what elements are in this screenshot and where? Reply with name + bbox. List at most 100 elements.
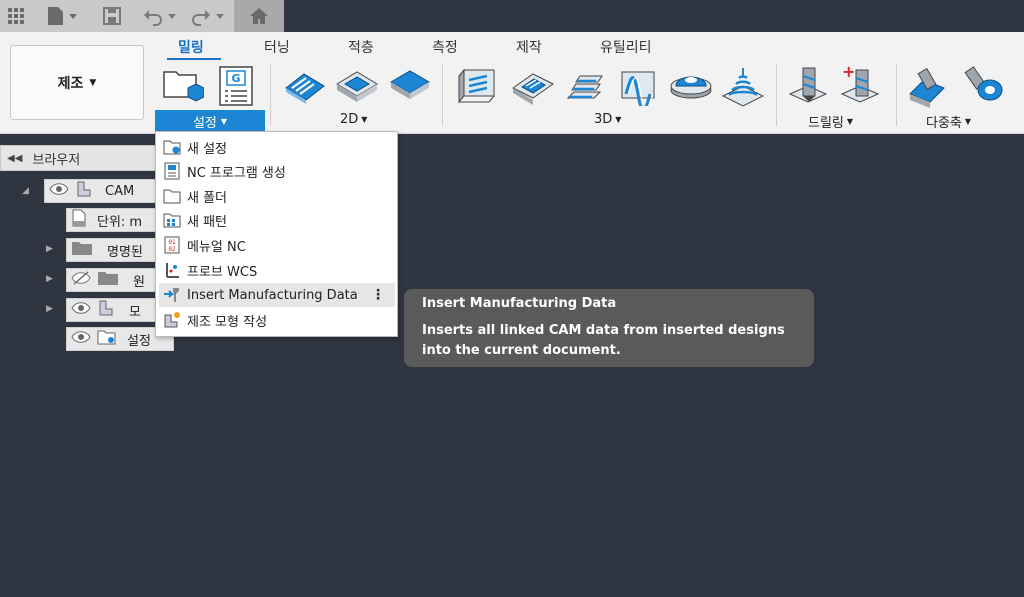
menu-item-new-setup[interactable]: 새 설정 [159,135,395,159]
insert-data-icon [163,286,181,304]
tab-milling[interactable]: 밀링 [178,37,204,57]
group-multiaxis-text: 다중축 [926,116,962,131]
probe-icon [163,261,181,279]
eye-icon[interactable] [71,301,91,319]
setup-folder-icon [97,328,117,350]
2d-adaptive-icon[interactable] [282,64,328,110]
expand-triangle-icon[interactable]: ◢ [22,186,29,196]
expand-triangle-icon[interactable]: ▶ [46,244,53,254]
group-2d-label[interactable]: 2D ▼ [340,112,367,127]
more-options-icon[interactable]: ⋮ [371,288,385,302]
tab-fabrication[interactable]: 제작 [516,37,542,57]
multiaxis-flow-icon[interactable] [960,64,1006,112]
workspace-selector[interactable]: 제조 ▼ [10,45,144,120]
ribbon-separator [776,64,777,126]
group-2d-text: 2D [340,112,359,127]
browser-panel-header[interactable]: ◀◀ 브라우저 [0,145,158,171]
2d-face-icon[interactable] [388,64,432,110]
tab-turning[interactable]: 터닝 [264,37,290,57]
svg-text:+: + [842,64,855,81]
drill-icon[interactable] [788,64,832,112]
menu-item-label: Insert Manufacturing Data [187,287,358,303]
menu-item-label: 새 설정 [187,141,228,157]
3d-spiral-icon[interactable] [720,64,766,112]
document-icon [71,209,87,231]
group-3d-label[interactable]: 3D ▼ [594,112,621,127]
tooltip: Insert Manufacturing Data Inserts all li… [404,289,814,367]
menu-item-insert-manufacturing-data[interactable]: Insert Manufacturing Data ⋮ [159,283,395,307]
tree-label: 설정 [127,333,151,349]
model-icon [97,299,115,321]
pattern-icon [163,211,181,229]
folder-icon [163,187,181,205]
tree-row-cam[interactable]: CAM [44,179,156,203]
3d-scallop-icon[interactable] [668,64,714,110]
tab-utilities[interactable]: 유틸리티 [600,37,652,57]
chevron-down-icon: ▼ [220,116,228,126]
file-menu-icon[interactable] [42,4,82,28]
menu-item-create-manufacturing-model[interactable]: 제조 모형 작성 [159,308,395,332]
group-drilling-label[interactable]: 드릴링 ▼ [808,112,853,131]
folder-icon [71,240,93,260]
expand-triangle-icon[interactable]: ▶ [46,274,53,284]
group-multiaxis-label[interactable]: 다중축 ▼ [926,112,971,131]
save-icon[interactable] [100,4,124,28]
workspace-label: 제조 [57,75,84,92]
multiaxis-swarf-icon[interactable] [906,64,952,112]
collapse-panel-icon[interactable]: ◀◀ [7,153,22,164]
redo-icon[interactable] [188,4,228,28]
tab-inspection[interactable]: 측정 [432,37,458,57]
undo-icon[interactable] [140,4,180,28]
setup-dropdown-menu: 새 설정 NC 프로그램 생성 새 폴더 새 패턴 01 02 메뉴얼 NC 프로… [155,131,398,337]
new-setup-icon[interactable] [162,66,205,110]
chevron-down-icon: ▼ [361,115,368,124]
eye-icon[interactable] [49,182,69,200]
folder-icon [97,270,119,290]
tree-label: 원 [133,274,145,290]
grid-menu-icon[interactable] [6,4,26,28]
menu-item-label: 새 폴더 [187,190,228,206]
group-3d-text: 3D [594,112,613,127]
chevron-down-icon: ▼ [615,115,622,124]
group-drilling-text: 드릴링 [808,116,844,131]
eye-hidden-icon[interactable] [71,271,91,289]
tree-label: 명명된 [107,244,143,260]
chevron-down-icon: ▼ [964,117,972,126]
menu-item-label: 메뉴얼 NC [187,239,246,255]
3d-parallel-icon[interactable] [616,64,660,112]
home-icon[interactable] [234,0,284,32]
chevron-down-icon: ▼ [89,77,97,88]
menu-item-nc-program[interactable]: NC 프로그램 생성 [159,159,395,183]
ribbon-separator [896,64,897,126]
menu-item-new-folder[interactable]: 새 폴더 [159,184,395,208]
tooltip-description-line-1: Inserts all linked CAM data from inserte… [422,323,785,338]
tree-label: 단위: m [97,214,143,230]
tooltip-title: Insert Manufacturing Data [422,296,617,311]
menu-item-label: 프로브 WCS [187,264,258,280]
nc-program-icon[interactable]: G [218,66,254,110]
svg-text:02: 02 [168,246,176,253]
setup-label: 설정 [192,115,217,131]
setup-dropdown-button[interactable]: 설정 ▼ [155,110,265,132]
hole-recognition-icon[interactable]: + [840,62,884,112]
menu-item-new-pattern[interactable]: 새 패턴 [159,208,395,232]
3d-adaptive-icon[interactable] [456,64,500,110]
3d-pocket-icon[interactable] [510,64,556,110]
2d-pocket-icon[interactable] [334,64,380,110]
menu-item-label: NC 프로그램 생성 [187,165,286,181]
menu-item-probe-wcs[interactable]: 프로브 WCS [159,258,395,282]
ribbon: 제조 ▼ 밀링 터닝 적층 측정 제작 유틸리티 G 설정 ▼ 2D ▼ 3D … [0,32,1024,134]
ribbon-separator [270,64,271,126]
tree-label: 모 [129,304,141,320]
3d-contour-icon[interactable] [564,64,606,110]
tab-additive[interactable]: 적층 [348,37,374,57]
new-setup-icon [163,138,181,156]
cam-root-icon [75,180,93,202]
active-tab-indicator [167,58,221,60]
menu-item-manual-nc[interactable]: 01 02 메뉴얼 NC [159,233,395,257]
tooltip-description-line-2: into the current document. [422,343,621,358]
expand-triangle-icon[interactable]: ▶ [46,304,53,314]
eye-icon[interactable] [71,330,91,348]
chevron-down-icon: ▼ [846,117,854,126]
tree-label: CAM [105,183,135,199]
